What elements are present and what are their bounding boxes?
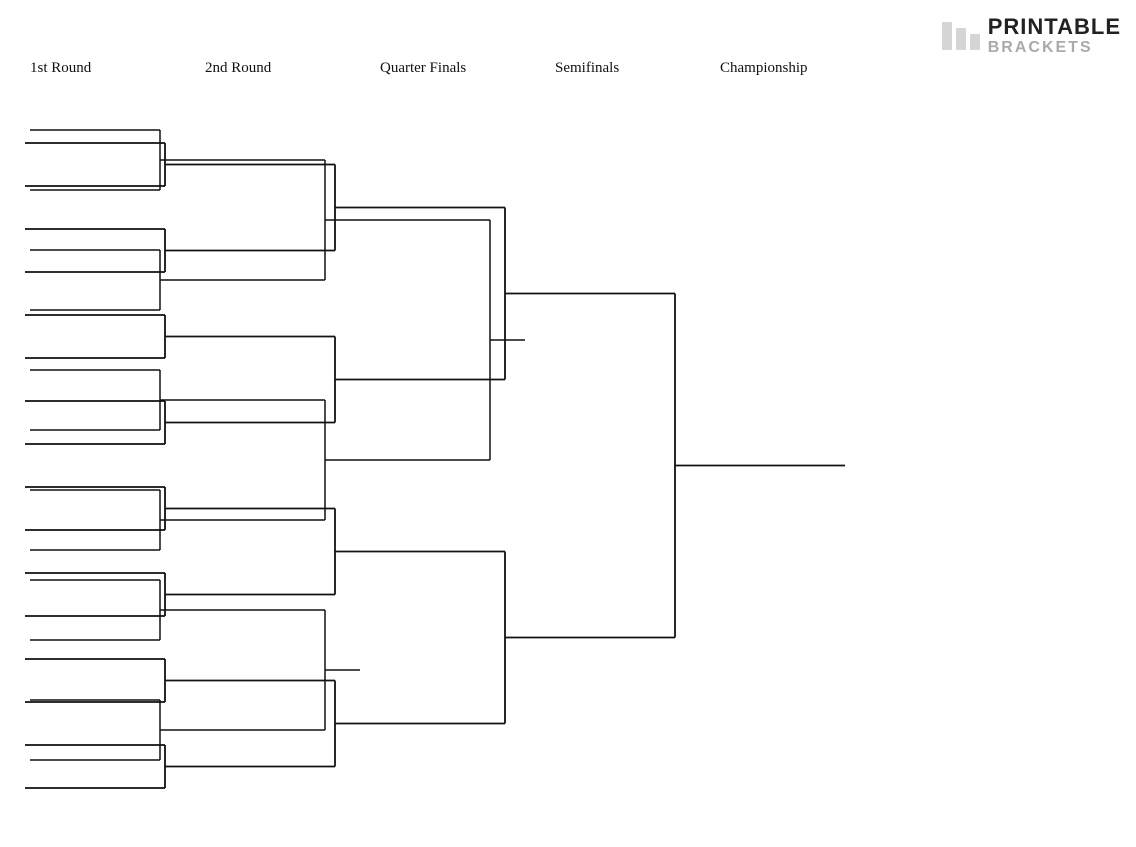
logo-line2: BRACKETS	[988, 39, 1121, 57]
logo-line1: PRINTABLE	[988, 15, 1121, 39]
logo: PRINTABLE BRACKETS	[942, 15, 1121, 57]
logo-icon	[942, 22, 980, 50]
round-label-2nd: 2nd Round	[205, 60, 380, 77]
round-label-semi: Semifinals	[555, 60, 720, 77]
round-label-quarter: Quarter Finals	[380, 60, 555, 77]
round-label-1st: 1st Round	[30, 60, 205, 77]
round-label-championship: Championship	[720, 60, 885, 77]
logo-text: PRINTABLE BRACKETS	[988, 15, 1121, 57]
round-labels: 1st Round 2nd Round Quarter Finals Semif…	[0, 60, 1136, 77]
bracket-main	[25, 100, 1025, 820]
